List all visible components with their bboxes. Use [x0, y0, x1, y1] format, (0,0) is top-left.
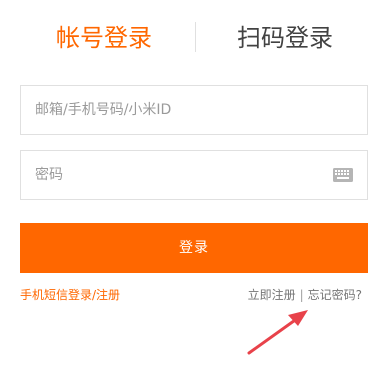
sms-login-register-link[interactable]: 手机短信登录/注册	[20, 286, 120, 304]
username-field[interactable]: 邮箱/手机号码/小米ID	[20, 85, 368, 135]
username-placeholder: 邮箱/手机号码/小米ID	[35, 102, 172, 118]
tab-account-login[interactable]: 帐号登录	[56, 18, 152, 58]
tab-qr-login[interactable]: 扫码登录	[237, 18, 333, 58]
login-button[interactable]: 登录	[20, 223, 368, 273]
keyboard-icon[interactable]	[333, 168, 353, 182]
password-placeholder: 密码	[35, 167, 63, 183]
login-tabs: 帐号登录 扫码登录	[0, 0, 392, 78]
password-field[interactable]: 密码	[20, 150, 368, 200]
tab-divider	[195, 22, 196, 52]
arrow-icon	[247, 310, 308, 355]
